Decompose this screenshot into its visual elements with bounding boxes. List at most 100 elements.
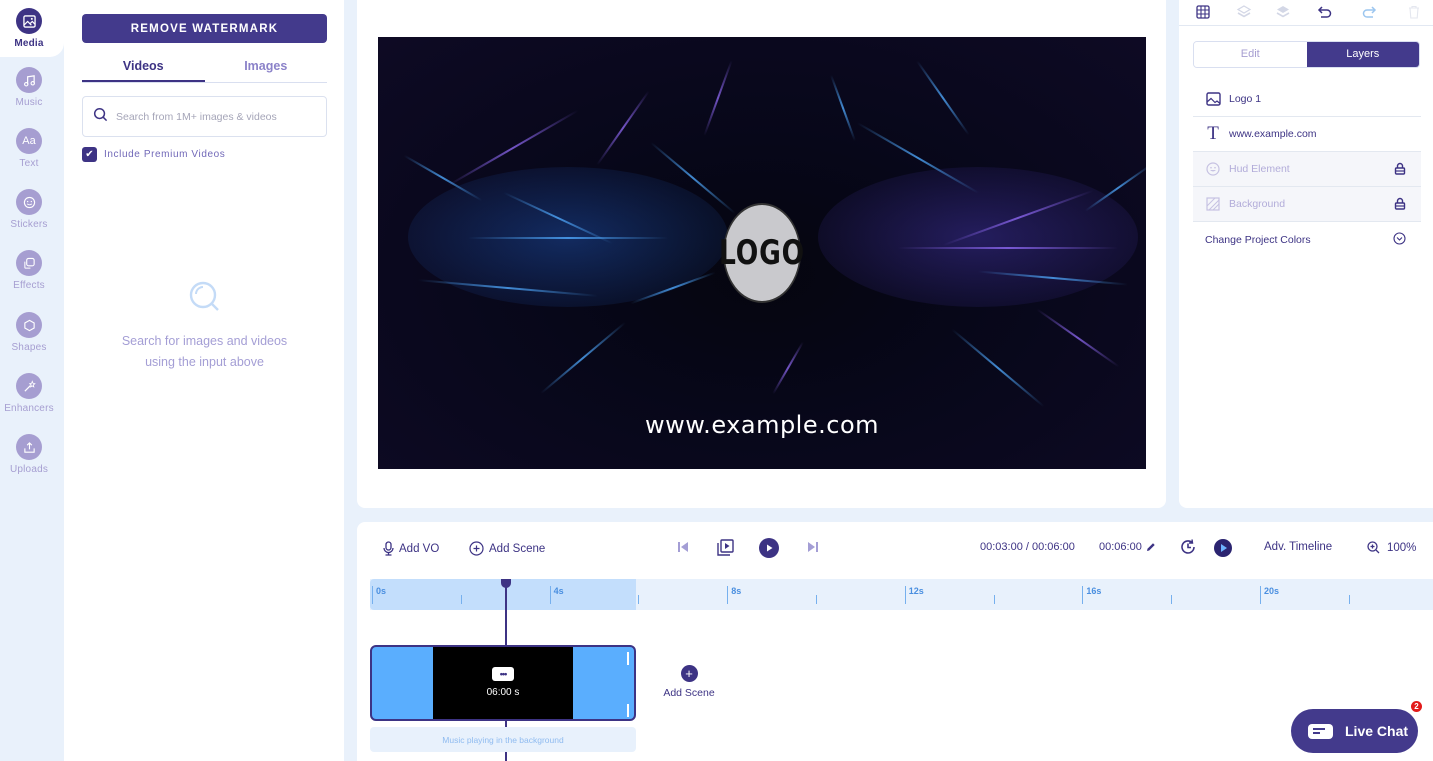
bring-forward-icon[interactable]: [1273, 3, 1293, 21]
skip-to-end-icon[interactable]: [807, 541, 824, 553]
chat-bubble-icon: [1308, 723, 1333, 739]
rail-item-uploads[interactable]: Uploads: [0, 434, 58, 475]
media-search-box: [82, 96, 327, 137]
background-light-streak: [830, 74, 856, 142]
change-project-colors[interactable]: Change Project Colors: [1193, 222, 1421, 257]
rail-item-shapes[interactable]: Shapes: [0, 312, 58, 353]
lock-icon[interactable]: [1394, 197, 1406, 213]
media-search-input[interactable]: [116, 110, 316, 123]
layer-item-background[interactable]: Background: [1193, 187, 1421, 222]
ruler-label: 20s: [1264, 586, 1280, 596]
add-scene-button[interactable]: Add Scene: [469, 541, 545, 556]
media-panel: REMOVE WATERMARK Videos Images ✔ Include…: [64, 0, 344, 761]
tab-images[interactable]: Images: [205, 50, 328, 82]
redo-icon[interactable]: [1359, 3, 1379, 21]
background-light-streak: [898, 247, 1118, 249]
ruler-major-tick: [727, 586, 729, 604]
include-premium-label: Include Premium Videos: [104, 149, 226, 160]
remove-watermark-button[interactable]: REMOVE WATERMARK: [82, 14, 327, 43]
layer-item-url-text[interactable]: T www.example.com: [1193, 117, 1421, 152]
lock-icon[interactable]: [1394, 162, 1406, 178]
layer-item-hud-element[interactable]: Hud Element: [1193, 152, 1421, 187]
rail-item-effects[interactable]: Effects: [0, 250, 58, 291]
canvas-card: LOGO www.example.com: [357, 0, 1166, 508]
background-glow: [818, 167, 1138, 307]
empty-state: Search for images and videos using the i…: [82, 280, 327, 373]
include-premium-checkbox[interactable]: ✔: [82, 147, 97, 162]
more-options-icon[interactable]: •••: [492, 667, 514, 681]
duration-edit[interactable]: 00:06:00: [1099, 541, 1161, 553]
ruler-minor-tick: [993, 595, 995, 604]
scene-clip[interactable]: ••• 06:00 s: [370, 645, 636, 721]
autoplay-toggle-icon[interactable]: [1214, 539, 1237, 557]
delete-icon[interactable]: [1404, 3, 1424, 21]
ruler-label: 4s: [553, 586, 564, 596]
rail-item-stickers[interactable]: Stickers: [0, 189, 58, 230]
tab-layers[interactable]: Layers: [1306, 42, 1419, 67]
music-icon: [16, 67, 42, 93]
ruler-label: 0s: [376, 586, 387, 596]
logo-placeholder[interactable]: LOGO: [719, 203, 804, 303]
live-chat-button[interactable]: Live Chat: [1291, 709, 1418, 753]
image-icon: [1205, 92, 1221, 106]
zoom-control[interactable]: 100%: [1367, 541, 1416, 554]
rail-label: Uploads: [9, 464, 49, 475]
background-icon: [1205, 197, 1221, 211]
video-preview[interactable]: LOGO www.example.com: [378, 37, 1146, 469]
layer-label: Background: [1229, 198, 1286, 210]
rail-item-music[interactable]: Music: [0, 67, 58, 108]
ruler-major-tick: [549, 586, 551, 604]
media-tabs: Videos Images: [82, 50, 327, 83]
send-backward-icon[interactable]: [1234, 3, 1254, 21]
add-scene-label: Add Scene: [489, 542, 546, 555]
layer-item-logo[interactable]: Logo 1: [1193, 82, 1421, 117]
add-vo-label: Add VO: [399, 542, 440, 555]
skip-to-start-icon[interactable]: [677, 541, 694, 553]
smiley-icon: [1205, 162, 1221, 176]
preview-scene-icon[interactable]: [717, 539, 739, 556]
ruler-label: 16s: [1086, 586, 1102, 596]
video-editor-app: Media Music Aa Text Stickers Effects Sha…: [0, 0, 1433, 761]
adv-timeline-link[interactable]: Adv. Timeline: [1264, 541, 1332, 553]
ruler-major-tick: [372, 586, 373, 604]
undo-icon[interactable]: [1315, 3, 1335, 21]
hexagon-icon: [16, 312, 42, 338]
music-track[interactable]: Music playing in the background: [370, 727, 636, 752]
trim-handle-top[interactable]: [627, 652, 629, 665]
rail-item-text[interactable]: Aa Text: [0, 128, 58, 169]
ruler-minor-tick: [460, 595, 462, 604]
grid-icon[interactable]: [1193, 3, 1213, 21]
add-scene-tile[interactable]: + Add Scene: [657, 665, 721, 699]
background-light-streak: [596, 90, 650, 166]
ruler-minor-tick: [816, 595, 817, 604]
play-button[interactable]: [759, 538, 784, 558]
chevron-down-circle-icon[interactable]: [1393, 232, 1406, 248]
layers-panel: Edit Layers Logo 1 T www.example.com Hud…: [1179, 0, 1433, 508]
tab-videos[interactable]: Videos: [82, 50, 205, 82]
timeline-ruler[interactable]: 0s 4s 8s 12s 16s 20s: [370, 579, 1433, 610]
magic-wand-icon: [16, 373, 42, 399]
background-light-streak: [703, 60, 733, 136]
duration-value: 00:06:00: [1099, 541, 1142, 553]
rail-item-enhancers[interactable]: Enhancers: [0, 373, 58, 414]
background-light-streak: [468, 237, 668, 239]
timeline-panel: Add VO Add Scene 00:03:00 / 00:06:00 00:…: [357, 522, 1433, 761]
include-premium-row: ✔ Include Premium Videos: [82, 147, 225, 162]
plus-circle-icon: [469, 541, 484, 556]
trim-handle-bottom[interactable]: [627, 704, 629, 717]
upload-icon: [16, 434, 42, 460]
layer-label: Logo 1: [1229, 93, 1262, 105]
background-light-streak: [916, 60, 970, 136]
layer-toolbar: [1179, 0, 1433, 26]
background-light-streak: [772, 341, 804, 395]
empty-state-line-2: using the input above: [145, 355, 264, 369]
tab-edit[interactable]: Edit: [1194, 42, 1307, 67]
rail-label: Media: [14, 38, 44, 49]
ruler-minor-tick: [1348, 595, 1350, 604]
rail-label: Text: [19, 158, 39, 169]
add-vo-button[interactable]: Add VO: [383, 541, 439, 556]
history-icon[interactable]: [1179, 538, 1202, 556]
background-light-streak: [540, 321, 626, 395]
url-text-layer[interactable]: www.example.com: [378, 411, 1146, 439]
rail-item-media[interactable]: Media: [0, 8, 58, 49]
